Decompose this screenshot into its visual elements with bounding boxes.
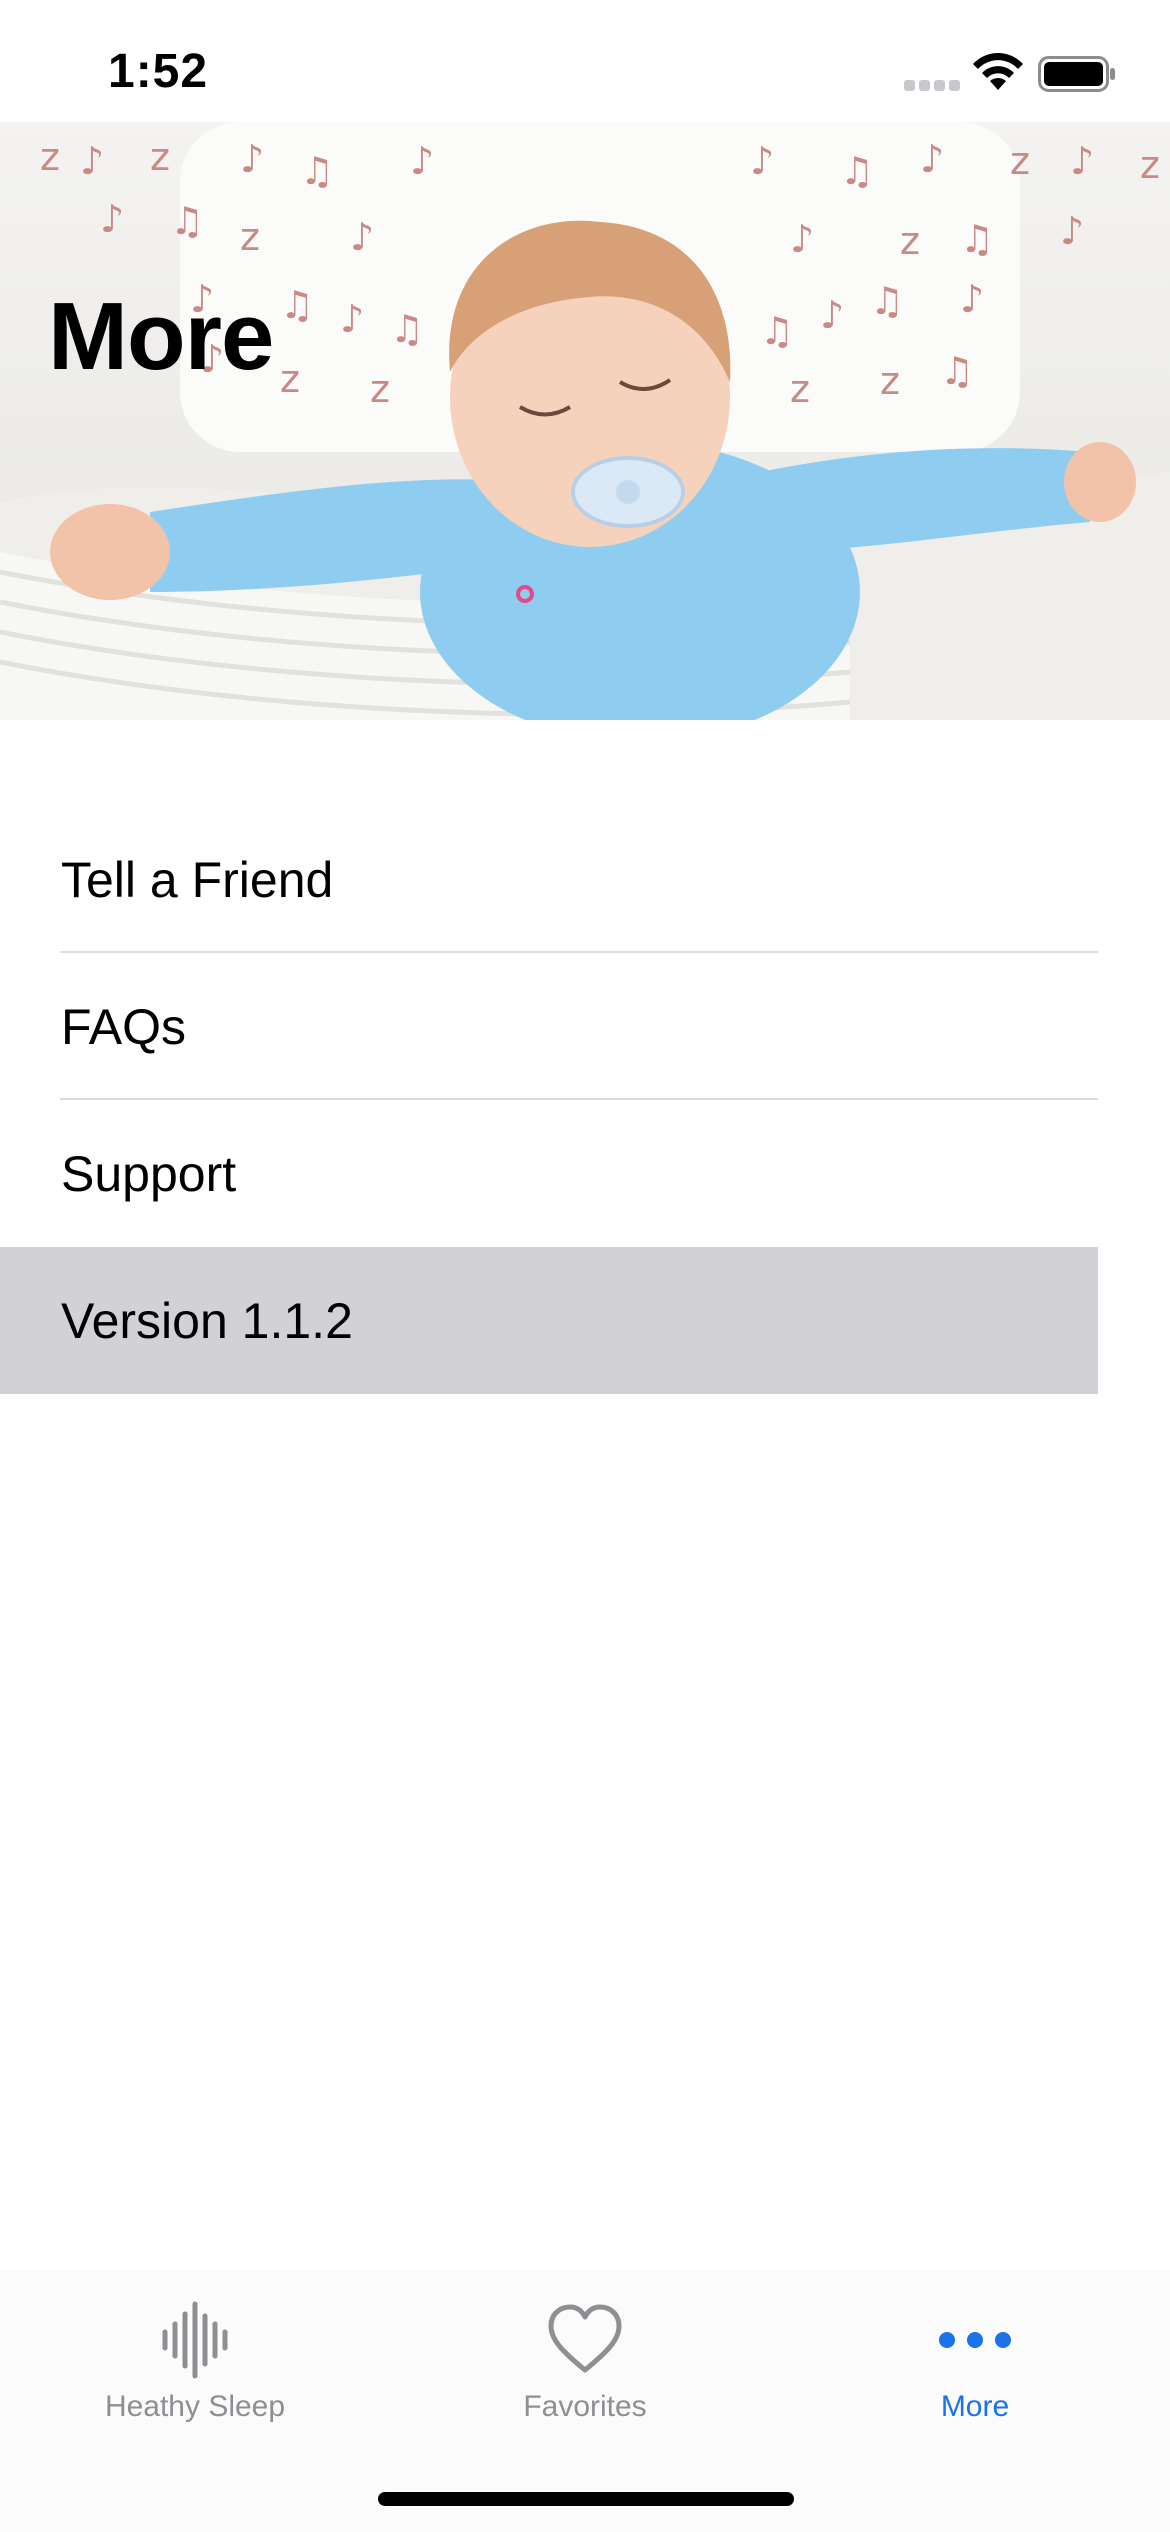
- tab-label: Heathy Sleep: [104, 2390, 286, 2423]
- svg-text:♪: ♪: [1060, 209, 1084, 253]
- svg-text:z: z: [280, 357, 300, 401]
- svg-text:♫: ♫: [760, 309, 794, 353]
- menu-item-tell-a-friend[interactable]: Tell a Friend: [0, 806, 1098, 953]
- svg-text:♪: ♪: [1070, 139, 1094, 183]
- sleeping-baby-image: z ♪ z ♪ ♫ ♪ ♪ ♫ z ♪♪ ♫ ♪ ♫♪ zz ♪ ♫ ♪ z ♪ z ♪ z ♫ ♪♫ ♪ ♫…: [0, 122, 1170, 720]
- tab-heathy-sleep[interactable]: Heathy Sleep: [0, 2270, 390, 2450]
- svg-text:z: z: [370, 367, 390, 411]
- waveform-icon: [162, 2301, 228, 2379]
- svg-text:♫: ♫: [840, 149, 874, 193]
- svg-text:♫: ♫: [960, 217, 994, 261]
- svg-text:♫: ♫: [170, 199, 204, 243]
- menu-item-support[interactable]: Support: [0, 1100, 1098, 1247]
- svg-text:♪: ♪: [100, 197, 124, 241]
- menu-item-version[interactable]: Version 1.1.2: [0, 1247, 1098, 1394]
- cellular-signal-icon: [904, 80, 960, 92]
- menu-item-label: Tell a Friend: [61, 851, 334, 908]
- svg-text:♫: ♫: [300, 149, 334, 193]
- svg-text:z: z: [790, 367, 810, 411]
- svg-text:♪: ♪: [340, 297, 364, 341]
- svg-text:♫: ♫: [280, 283, 314, 327]
- hero-banner: z ♪ z ♪ ♫ ♪ ♪ ♫ z ♪ ♪ ♫ ♪ ♫ ♪ zz ♪ ♫ ♪ z ♪ z ♪ z ♫ ♪ ♫ ♪ ♫…: [0, 122, 1170, 720]
- svg-text:z: z: [900, 219, 920, 263]
- more-dots-icon: [939, 2332, 1011, 2348]
- menu-item-label: Version 1.1.2: [61, 1292, 353, 1349]
- more-menu-list: Tell a Friend FAQs Support Version 1.1.2: [0, 806, 1170, 1394]
- menu-item-faqs[interactable]: FAQs: [0, 953, 1098, 1100]
- svg-text:♪: ♪: [410, 139, 434, 183]
- page-title: More: [48, 283, 274, 390]
- svg-text:z: z: [1140, 143, 1160, 187]
- tab-more[interactable]: More: [780, 2270, 1170, 2450]
- svg-text:z: z: [240, 215, 260, 259]
- menu-item-label: FAQs: [61, 998, 187, 1055]
- tab-favorites[interactable]: Favorites: [390, 2270, 780, 2450]
- tab-label: More: [940, 2390, 1010, 2423]
- svg-text:z: z: [880, 359, 900, 403]
- svg-text:♪: ♪: [820, 293, 844, 337]
- home-indicator[interactable]: [378, 2492, 794, 2506]
- svg-text:♪: ♪: [790, 217, 814, 261]
- svg-text:♫: ♫: [940, 349, 974, 393]
- svg-text:♪: ♪: [240, 137, 264, 181]
- svg-text:♪: ♪: [920, 137, 944, 181]
- svg-text:z: z: [1010, 139, 1030, 183]
- svg-text:♫: ♫: [870, 279, 904, 323]
- battery-icon: [1038, 56, 1115, 92]
- svg-text:z: z: [150, 135, 170, 179]
- svg-text:♪: ♪: [80, 139, 104, 183]
- svg-text:z: z: [40, 135, 60, 179]
- svg-text:♪: ♪: [350, 215, 374, 259]
- wifi-icon: [973, 53, 1023, 90]
- tab-label: Favorites: [523, 2390, 647, 2423]
- svg-text:♪: ♪: [960, 277, 984, 321]
- svg-text:♪: ♪: [750, 139, 774, 183]
- status-time: 1:52: [108, 45, 209, 98]
- heart-icon: [548, 2304, 622, 2373]
- menu-item-label: Support: [61, 1145, 237, 1202]
- svg-text:♫: ♫: [390, 307, 424, 351]
- status-bar: 1:52: [0, 0, 1170, 122]
